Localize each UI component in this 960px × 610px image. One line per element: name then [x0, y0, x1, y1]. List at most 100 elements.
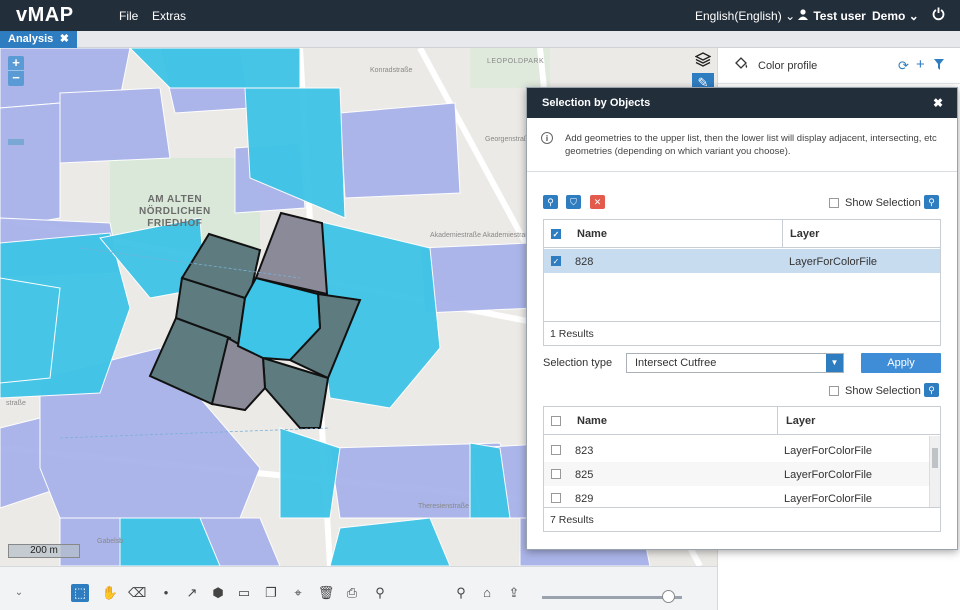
- close-icon[interactable]: ✕: [590, 195, 605, 209]
- user-menu[interactable]: Test user: [798, 9, 866, 23]
- zoom-search-icon[interactable]: ⚲: [924, 383, 939, 397]
- top-bar: vMAP File Extras English(English) ⌄ Test…: [0, 0, 960, 31]
- zoom-control: + −: [8, 56, 24, 86]
- row-checkbox[interactable]: [551, 445, 561, 455]
- share-icon[interactable]: ⇪: [505, 584, 523, 602]
- upper-grid-header: ✓ Name Layer: [544, 220, 940, 248]
- lower-grid-header: Name Layer: [544, 407, 940, 435]
- table-row[interactable]: 825 LayerForColorFile: [544, 462, 940, 486]
- dialog-header: Selection by Objects ✖: [527, 88, 957, 118]
- info-text: i Add geometries to the upper list, then…: [541, 132, 941, 158]
- apply-button[interactable]: Apply: [861, 353, 941, 373]
- column-name[interactable]: Name: [577, 228, 607, 240]
- show-selection-checkbox[interactable]: [829, 386, 839, 396]
- collapse-icon[interactable]: ⌄: [10, 584, 28, 602]
- plus-icon[interactable]: +: [916, 56, 925, 73]
- menu-file[interactable]: File: [119, 9, 138, 23]
- info-message: Add geometries to the upper list, then t…: [565, 133, 937, 157]
- opacity-slider[interactable]: [542, 596, 682, 599]
- selection-by-objects-dialog: Selection by Objects ✖ i Add geometries …: [526, 87, 958, 550]
- copy-icon[interactable]: ❐: [262, 584, 280, 602]
- lower-grid-scrollbar[interactable]: [929, 436, 940, 507]
- zoom-out-button[interactable]: −: [8, 71, 24, 86]
- scale-bar: 200 m: [8, 544, 80, 558]
- column-layer[interactable]: Layer: [786, 415, 815, 427]
- upper-results-count: 1 Results: [544, 321, 940, 345]
- user-icon: [798, 9, 810, 23]
- zoom-search-icon[interactable]: ⚲: [924, 195, 939, 209]
- divider: [527, 171, 957, 172]
- map-label-akademiestrasse: Akademiestraße Akademiestraße: [430, 232, 534, 239]
- lower-grid: Name Layer 823 LayerForColorFile 825 Lay…: [543, 406, 941, 532]
- draw-polygon-icon[interactable]: ⬢: [209, 584, 227, 602]
- tab-analysis[interactable]: Analysis ✖: [0, 31, 77, 48]
- column-layer[interactable]: Layer: [790, 228, 819, 240]
- print-icon[interactable]: ⎙: [343, 584, 361, 602]
- info-icon: i: [541, 132, 553, 144]
- map-pin-icon[interactable]: ⌖: [289, 584, 307, 602]
- row-checkbox[interactable]: ✓: [551, 256, 561, 266]
- column-name[interactable]: Name: [577, 415, 607, 427]
- show-selection-checkbox[interactable]: [829, 198, 839, 208]
- chevron-down-icon: ⌄: [785, 9, 796, 23]
- power-icon[interactable]: [932, 7, 945, 24]
- select-rectangle-icon[interactable]: ⬚: [71, 584, 89, 602]
- row-name: 823: [575, 445, 594, 457]
- map-slider-handle[interactable]: [8, 139, 24, 145]
- trash-icon[interactable]: 🗑: [317, 584, 335, 602]
- opacity-slider-knob[interactable]: [662, 590, 675, 603]
- language-selector[interactable]: English(English) ⌄: [695, 9, 795, 23]
- selection-type-label: Selection type: [543, 357, 613, 369]
- selection-type-select[interactable]: Intersect Cutfree ▼: [626, 353, 844, 373]
- table-row[interactable]: 823 LayerForColorFile: [544, 438, 940, 462]
- map-label-theresienstrasse: Theresienstraße: [418, 503, 469, 510]
- close-icon[interactable]: ✖: [60, 32, 69, 45]
- row-layer: LayerForColorFile: [789, 256, 878, 268]
- draw-point-icon[interactable]: •: [157, 584, 175, 602]
- select-all-checkbox[interactable]: [551, 416, 561, 426]
- home-icon[interactable]: ⌂: [478, 584, 496, 602]
- layers-icon[interactable]: [692, 51, 714, 71]
- row-layer: LayerForColorFile: [784, 493, 873, 505]
- paint-bucket-icon: [734, 57, 749, 74]
- search-icon[interactable]: ⚲: [452, 584, 470, 602]
- map-label-park: LEOPOLDPARK: [487, 58, 545, 65]
- eraser-icon[interactable]: ⌫: [128, 584, 146, 602]
- bottom-toolbar: ⌄ ⬚ ✋ ⌫ • ↗ ⬢ ▭ ❐ ⌖ 🗑 ⎙ ⚲ ⚲ ⌂ ⇪: [0, 566, 717, 610]
- filter-icon[interactable]: [934, 58, 944, 73]
- zoom-in-button[interactable]: +: [8, 56, 24, 71]
- dialog-title: Selection by Objects: [542, 97, 651, 109]
- pan-hand-icon[interactable]: ✋: [101, 584, 119, 602]
- row-layer: LayerForColorFile: [784, 469, 873, 481]
- chevron-down-icon: ⌄: [908, 9, 919, 23]
- row-checkbox[interactable]: [551, 469, 561, 479]
- app-logo: vMAP: [16, 4, 74, 26]
- menu-extras[interactable]: Extras: [152, 9, 186, 23]
- select-all-checkbox[interactable]: ✓: [551, 229, 561, 239]
- map-label-gabelsberger: Gabelsb: [97, 538, 124, 545]
- refresh-icon[interactable]: ⟳: [898, 58, 909, 74]
- shield-icon[interactable]: ⛉: [566, 195, 581, 209]
- draw-line-icon[interactable]: ↗: [183, 584, 201, 602]
- map-label-strasse: straße: [6, 400, 26, 407]
- selection-type-value: Intersect Cutfree: [635, 357, 717, 369]
- project-selector[interactable]: Demo ⌄: [872, 9, 919, 23]
- search-icon[interactable]: ⚲: [543, 195, 558, 209]
- language-label: English(English): [695, 9, 782, 23]
- project-label: Demo: [872, 9, 906, 23]
- table-row[interactable]: 829 LayerForColorFile: [544, 486, 940, 506]
- zoom-search-icon[interactable]: ⚲: [371, 584, 389, 602]
- scrollbar-thumb[interactable]: [932, 448, 938, 468]
- measure-icon[interactable]: ▭: [235, 584, 253, 602]
- lower-results-count: 7 Results: [544, 507, 940, 531]
- close-icon[interactable]: ✖: [933, 96, 943, 110]
- chevron-down-icon[interactable]: ▼: [826, 354, 843, 372]
- table-row[interactable]: ✓ 828 LayerForColorFile: [544, 249, 940, 273]
- tab-strip: Analysis ✖: [0, 31, 960, 48]
- map-label-konradstrasse: Konradstraße: [370, 67, 413, 74]
- row-checkbox[interactable]: [551, 493, 561, 503]
- upper-grid: ✓ Name Layer ✓ 828 LayerForColorFile 1 R…: [543, 219, 941, 346]
- row-layer: LayerForColorFile: [784, 445, 873, 457]
- tab-analysis-label: Analysis: [8, 33, 54, 45]
- map-label-cemetery: AM ALTEN NÖRDLICHEN FRIEDHOF: [139, 194, 211, 229]
